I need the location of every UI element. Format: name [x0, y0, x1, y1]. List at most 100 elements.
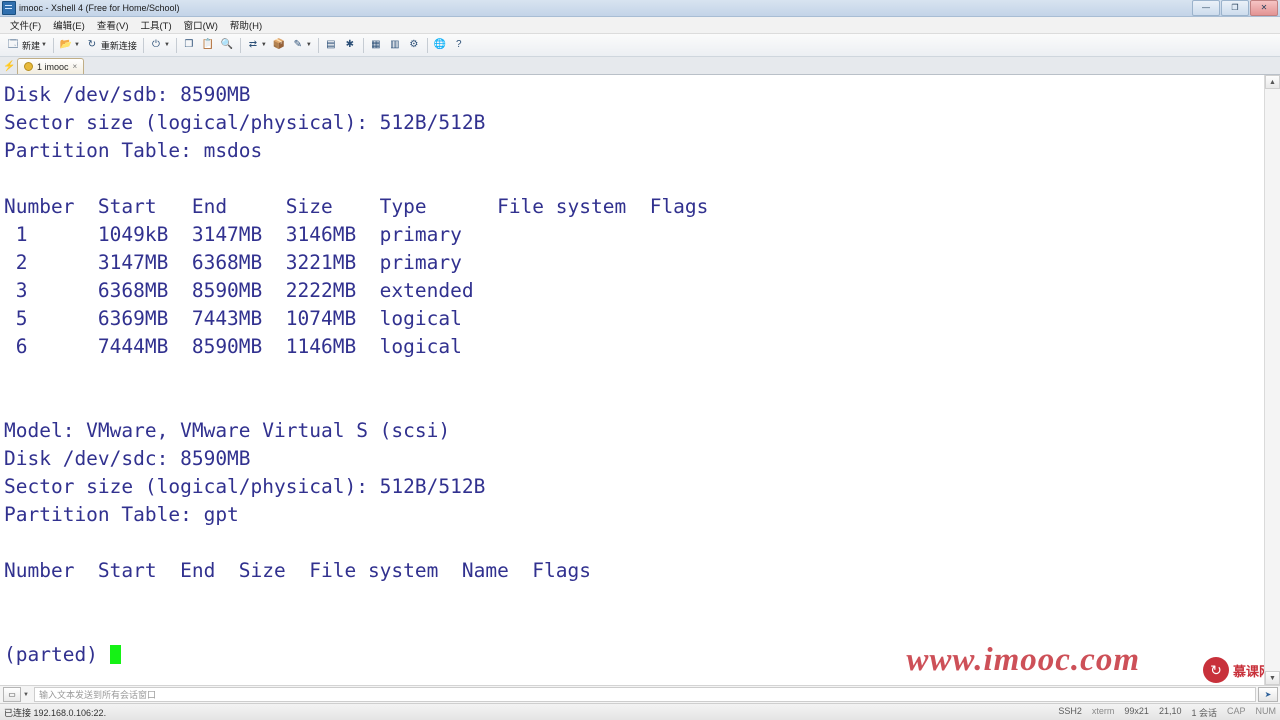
chevron-down-icon[interactable]: ▼ — [23, 692, 29, 698]
close-button[interactable]: ✕ — [1250, 0, 1278, 16]
terminal-scrollbar[interactable]: ▲ ▼ — [1264, 75, 1280, 685]
tab-session-imooc[interactable]: 1 imooc × — [17, 58, 85, 74]
terminal-cursor — [109, 645, 121, 664]
toolbar-separator — [239, 37, 241, 53]
new-window-icon: 🗔 — [7, 39, 19, 50]
help-button[interactable]: ? — [450, 36, 468, 54]
power-icon: ⏻ — [151, 39, 160, 50]
terminal-line-13: Disk /dev/sdc: 8590MB — [4, 447, 251, 470]
scroll-down-icon[interactable]: ▼ — [1265, 671, 1280, 685]
status-size: 99x21 — [1124, 705, 1149, 716]
terminal-line-0: Disk /dev/sdb: 8590MB — [4, 83, 251, 106]
tab-bar: ⚡ 1 imooc × — [0, 57, 1280, 75]
terminal-line-17: Number Start End Size File system Name F… — [4, 559, 591, 582]
menu-window[interactable]: 窗口(W) — [178, 18, 224, 32]
compose-button[interactable]: ✎ ▼ — [289, 36, 314, 54]
log-button[interactable]: ▤ — [322, 36, 340, 54]
xshell-window: imooc - Xshell 4 (Free for Home/School) … — [0, 0, 1280, 720]
new-session-button[interactable]: 🗔 新建 ▼ — [4, 36, 49, 54]
terminal-output: Disk /dev/sdb: 8590MB Sector size (logic… — [0, 81, 712, 669]
chevron-down-icon[interactable]: ▼ — [306, 42, 312, 48]
tile-icon: ▦ — [371, 39, 381, 50]
window-controls: — ❐ ✕ — [1192, 0, 1278, 16]
find-button[interactable]: 🔍 — [218, 36, 236, 54]
lightning-icon: ⚡ — [3, 61, 16, 72]
terminal-line-5: 1 1049kB 3147MB 3146MB primary — [4, 223, 462, 246]
paste-button[interactable]: 📋 — [199, 36, 217, 54]
terminal-line-14: Sector size (logical/physical): 512B/512… — [4, 475, 486, 498]
terminal-line-7: 3 6368MB 8590MB 2222MB extended — [4, 279, 474, 302]
session-status-dot — [24, 62, 33, 71]
menu-file[interactable]: 文件(F) — [4, 18, 47, 32]
toolbar-separator — [175, 37, 177, 53]
package-icon: 📦 — [272, 39, 286, 50]
status-bar: 已连接 192.168.0.106:22. SSH2 xterm 99x21 2… — [0, 703, 1280, 720]
menu-bar: 文件(F) 编辑(E) 查看(V) 工具(T) 窗口(W) 帮助(H) — [0, 17, 1280, 34]
folder-icon: 📂 — [59, 39, 73, 50]
app-icon — [2, 1, 16, 15]
terminal-line-15: Partition Table: gpt — [4, 503, 239, 526]
new-session-label: 新建 — [22, 40, 41, 51]
transfer-icon: ⇄ — [248, 39, 258, 50]
highlight-icon: ✱ — [345, 39, 354, 50]
toolbar-separator — [142, 37, 144, 53]
ftp-button[interactable]: 📦 — [270, 36, 288, 54]
scroll-up-icon[interactable]: ▲ — [1265, 75, 1280, 89]
globe-icon: 🌐 — [433, 39, 447, 50]
send-icon[interactable]: ➤ — [1258, 687, 1278, 702]
arrange-icon: ▥ — [390, 39, 400, 50]
tab-label: 1 imooc — [37, 61, 69, 72]
terminal-line-9: 6 7444MB 8590MB 1146MB logical — [4, 335, 462, 358]
menu-tools[interactable]: 工具(T) — [134, 18, 177, 32]
reconnect-icon: ↻ — [87, 39, 97, 50]
terminal-prompt: (parted) — [4, 643, 110, 666]
toolbar-separator — [317, 37, 319, 53]
copy-icon: ❐ — [184, 39, 194, 50]
status-protocol: SSH2 — [1058, 705, 1082, 716]
close-icon[interactable]: × — [73, 62, 78, 71]
logo-circle-icon: ↻ — [1202, 657, 1229, 683]
gear-icon: ⚙ — [409, 39, 419, 50]
multi-session-input-bar: ▭ ▼ 输入文本发送到所有会话窗口 ➤ — [0, 685, 1280, 703]
chevron-down-icon[interactable]: ▼ — [261, 42, 267, 48]
highlight-button[interactable]: ✱ — [341, 36, 359, 54]
chevron-down-icon[interactable]: ▼ — [164, 42, 170, 48]
minimize-button[interactable]: — — [1192, 0, 1220, 16]
window-target-icon[interactable]: ▭ — [3, 687, 21, 702]
menu-help[interactable]: 帮助(H) — [224, 18, 268, 32]
menu-view[interactable]: 查看(V) — [91, 18, 135, 32]
broadcast-input[interactable]: 输入文本发送到所有会话窗口 — [33, 687, 1256, 702]
reconnect-button[interactable]: ↻ 重新连接 — [83, 36, 139, 54]
terminal-line-8: 5 6369MB 7443MB 1074MB logical — [4, 307, 462, 330]
search-icon: 🔍 — [220, 39, 234, 50]
help-icon: ? — [456, 39, 462, 50]
imooc-logo: ↻ 慕课网 — [1202, 657, 1272, 683]
pencil-icon: ✎ — [293, 39, 303, 50]
terminal-line-12: Model: VMware, VMware Virtual S (scsi) — [4, 419, 451, 442]
status-cursor: 21,10 — [1158, 705, 1182, 716]
terminal-pane[interactable]: Disk /dev/sdb: 8590MB Sector size (logic… — [0, 75, 1280, 685]
menu-edit[interactable]: 编辑(E) — [47, 18, 91, 32]
terminal-line-4: Number Start End Size Type File system F… — [4, 195, 709, 218]
transfer-button[interactable]: ⇄ ▼ — [244, 36, 269, 54]
copy-button[interactable]: ❐ — [180, 36, 198, 54]
open-session-button[interactable]: 📂 ▼ — [57, 36, 82, 54]
maximize-button[interactable]: ❐ — [1221, 0, 1249, 16]
status-cipher: xterm — [1091, 705, 1115, 716]
properties-button[interactable]: ⚙ — [405, 36, 423, 54]
toolbar-separator — [52, 37, 54, 53]
globe-button[interactable]: 🌐 — [431, 36, 449, 54]
chevron-down-icon[interactable]: ▼ — [74, 42, 80, 48]
status-sessions: 1 会话 — [1191, 707, 1217, 718]
terminal-line-2: Partition Table: msdos — [4, 139, 263, 162]
tile-button[interactable]: ▦ — [367, 36, 385, 54]
paste-icon: 📋 — [201, 39, 215, 50]
log-icon: ▤ — [326, 39, 336, 50]
disconnect-button[interactable]: ⏻ ▼ — [147, 36, 172, 54]
terminal-line-1: Sector size (logical/physical): 512B/512… — [4, 111, 486, 134]
site-watermark: www.imooc.com — [906, 642, 1140, 678]
title-bar: imooc - Xshell 4 (Free for Home/School) … — [0, 0, 1280, 17]
chevron-down-icon[interactable]: ▼ — [41, 42, 47, 48]
reconnect-label: 重新连接 — [100, 40, 137, 51]
arrange-button[interactable]: ▥ — [386, 36, 404, 54]
